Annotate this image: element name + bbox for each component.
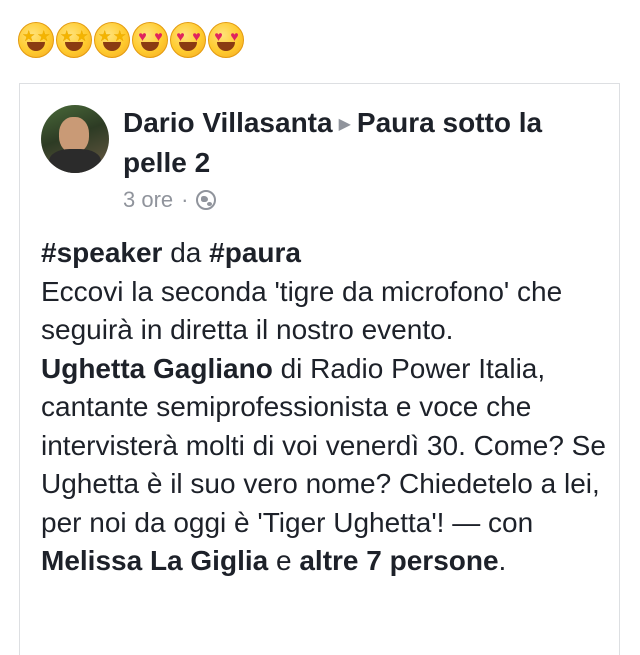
author-name-link[interactable]: Dario Villasanta [123,107,333,138]
post-text-da: da [170,237,202,268]
mouth-icon [103,42,121,51]
post-text-e: e [275,545,292,576]
tagged-person-link[interactable]: Melissa La Giglia [41,545,268,576]
mouth-icon [27,42,45,51]
mouth-icon [141,42,159,51]
post-header: Dario Villasanta ▶ Paura sotto la pelle 2 [123,104,593,182]
author-avatar[interactable] [41,105,109,173]
heart-eyes-emoji-icon: ♥ ♥ [170,22,206,58]
shared-post-card[interactable]: Dario Villasanta ▶ Paura sotto la pelle 2 … [19,83,620,655]
heart-eyes-emoji-icon: ♥ ♥ [132,22,168,58]
avatar-face [59,117,89,153]
meta-separator: · [181,187,189,212]
avatar-shirt [49,149,101,173]
post-meta: 3 ore · [123,185,217,215]
star-struck-emoji-icon: ★ ★ [94,22,130,58]
post-timestamp[interactable]: 3 ore [123,185,173,215]
hashtag-paura-link[interactable]: #paura [209,237,301,268]
triangle-right-icon: ▶ [338,116,351,133]
tagged-others-link[interactable]: altre 7 persone [299,545,498,576]
mouth-icon [217,42,235,51]
hashtag-speaker-link[interactable]: #speaker [41,237,162,268]
mouth-icon [179,42,197,51]
mention-ughetta-link[interactable]: Ughetta Gagliano [41,353,273,384]
post-text-end: . [498,545,507,576]
post-text-line1: Eccovi la seconda 'tigre da microfono' c… [41,275,563,346]
heart-eyes-emoji-icon: ♥ ♥ [208,22,244,58]
star-struck-emoji-icon: ★ ★ [56,22,92,58]
mouth-icon [65,42,83,51]
post-body: #speaker da #paura Eccovi la seconda 'ti… [41,234,611,581]
emoji-row: ★ ★ ★ ★ ★ ★ ♥ ♥ ♥ ♥ ♥ ♥ [18,22,244,58]
globe-icon[interactable] [196,190,217,210]
star-struck-emoji-icon: ★ ★ [18,22,54,58]
